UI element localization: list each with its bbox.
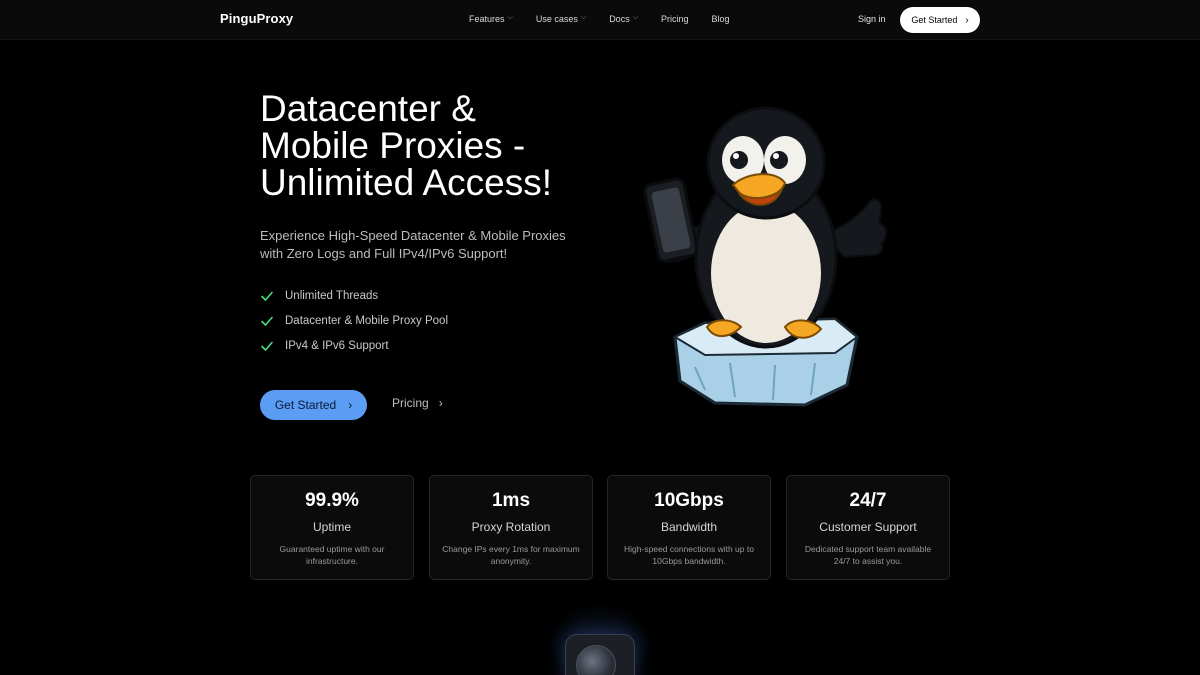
- hero-title: Datacenter & Mobile Proxies - Unlimited …: [260, 90, 640, 201]
- chevron-down-icon: ⌵: [580, 14, 587, 21]
- penguin-mascot: [643, 106, 887, 407]
- feature-label: IPv4 & IPv6 Support: [285, 339, 389, 352]
- top-navbar: PinguProxy Features ⌵ Use cases ⌵ Docs ⌵…: [0, 0, 1200, 40]
- chevron-down-icon: ⌵: [507, 14, 513, 21]
- sign-in-link[interactable]: Sign in: [858, 14, 886, 24]
- nav-link-features[interactable]: Features ⌵: [469, 14, 513, 24]
- lens-decoration: [576, 645, 616, 675]
- nav-cta-label: Get Started: [911, 15, 958, 25]
- nav-link-label: Blog: [711, 14, 730, 24]
- stat-card-bandwidth: 10Gbps Bandwidth High-speed connections …: [607, 475, 771, 580]
- nav-link-docs[interactable]: Docs ⌵: [609, 14, 638, 24]
- stat-card-uptime: 99.9% Uptime Guaranteed uptime with our …: [250, 475, 414, 580]
- nav-get-started-button[interactable]: Get Started ›: [900, 7, 980, 33]
- nav-link-label: Features: [469, 14, 505, 24]
- check-icon: [261, 341, 273, 351]
- nav-links: Features ⌵ Use cases ⌵ Docs ⌵ Pricing Bl…: [469, 14, 753, 24]
- nav-link-label: Pricing: [661, 14, 689, 24]
- nav-link-pricing[interactable]: Pricing: [661, 14, 689, 24]
- feature-item: IPv4 & IPv6 Support: [260, 333, 448, 358]
- hero-title-line: Unlimited Access!: [260, 162, 552, 203]
- camera-lens-icon: [565, 634, 635, 675]
- feature-item: Datacenter & Mobile Proxy Pool: [260, 308, 448, 333]
- feature-list: Unlimited Threads Datacenter & Mobile Pr…: [260, 283, 448, 358]
- chevron-right-icon: ›: [965, 14, 969, 26]
- stat-label: Proxy Rotation: [471, 520, 551, 534]
- stat-description: High-speed connections with up to 10Gbps…: [624, 544, 754, 566]
- hero-title-line: Mobile Proxies -: [260, 125, 526, 166]
- nav-link-use-cases[interactable]: Use cases ⌵: [536, 14, 586, 24]
- check-icon: [261, 316, 273, 326]
- hero-subtitle-line: Experience High-Speed Datacenter & Mobil…: [260, 228, 566, 243]
- hero-subtitle: Experience High-Speed Datacenter & Mobil…: [260, 227, 600, 263]
- stat-description: Guaranteed uptime with our infrastructur…: [279, 544, 385, 566]
- hero-subtitle-line: with Zero Logs and Full IPv4/IPv6 Suppor…: [260, 246, 508, 261]
- feature-item: Unlimited Threads: [260, 283, 448, 308]
- nav-link-label: Use cases: [535, 14, 578, 24]
- button-label: Get Started: [274, 398, 337, 412]
- chevron-right-icon: ›: [348, 398, 353, 412]
- button-label: Pricing: [392, 396, 429, 410]
- chevron-down-icon: ⌵: [632, 14, 639, 21]
- stat-card-proxy-rotation: 1ms Proxy Rotation Change IPs every 1ms …: [429, 475, 593, 580]
- stat-card-customer-support: 24/7 Customer Support Dedicated support …: [786, 475, 950, 580]
- stat-description: Dedicated support team available 24/7 to…: [804, 544, 932, 566]
- stat-value: 10Gbps: [654, 490, 724, 511]
- chevron-right-icon: ›: [438, 396, 443, 410]
- hero-get-started-button[interactable]: Get Started ›: [260, 390, 367, 420]
- feature-label: Unlimited Threads: [285, 289, 379, 302]
- stat-label: Customer Support: [819, 520, 917, 534]
- stat-value: 24/7: [849, 490, 887, 511]
- stat-description: Change IPs every 1ms for maximum anonymi…: [442, 544, 580, 566]
- stat-value: 99.9%: [305, 490, 359, 511]
- hero-pricing-link[interactable]: Pricing ›: [392, 396, 443, 410]
- brand-logo[interactable]: PinguProxy: [220, 11, 293, 26]
- nav-link-label: Docs: [609, 14, 630, 24]
- nav-link-blog[interactable]: Blog: [712, 14, 730, 24]
- stat-value: 1ms: [491, 490, 531, 511]
- check-icon: [261, 291, 273, 301]
- stat-label: Uptime: [312, 520, 351, 534]
- stat-label: Bandwidth: [660, 520, 718, 534]
- hero-title-line: Datacenter &: [260, 88, 476, 129]
- feature-label: Datacenter & Mobile Proxy Pool: [285, 314, 448, 327]
